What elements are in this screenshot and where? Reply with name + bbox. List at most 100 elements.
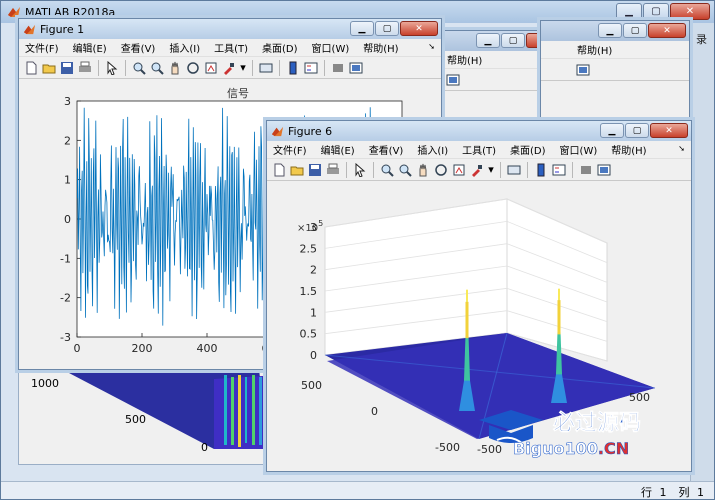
new-figure-icon[interactable] — [23, 60, 39, 76]
minimize-button[interactable]: ▁ — [476, 33, 500, 48]
z-tick-label: 1.5 — [300, 285, 318, 298]
y-tick-label: 500 — [301, 379, 322, 392]
cursor-icon[interactable] — [352, 162, 368, 178]
menu-help[interactable]: 帮助(H) — [363, 40, 398, 55]
link-plot-icon[interactable] — [258, 60, 274, 76]
menu-window[interactable]: 窗口(W) — [560, 142, 598, 157]
menu-insert[interactable]: 插入(I) — [169, 40, 200, 55]
row-value: 1 — [659, 486, 667, 499]
zoom-out-icon[interactable] — [397, 162, 413, 178]
figure6-menubar: 文件(F) 编辑(E) 查看(V) 插入(I) 工具(T) 桌面(D) 窗口(W… — [267, 141, 691, 159]
y-tick-label: 500 — [125, 413, 146, 426]
zoom-out-icon[interactable] — [149, 60, 165, 76]
menu-tools[interactable]: 工具(T) — [462, 142, 496, 157]
pan-icon[interactable] — [167, 60, 183, 76]
figure6-window-controls: ▁ ▢ ✕ — [600, 123, 688, 138]
x-tick-label: 0 — [74, 342, 81, 355]
y-tick-label: 0 — [371, 405, 378, 418]
zoom-in-icon[interactable] — [379, 162, 395, 178]
dock-icon[interactable] — [575, 62, 591, 78]
menu-insert[interactable]: 插入(I) — [417, 142, 448, 157]
brush-icon[interactable] — [221, 60, 237, 76]
minimize-button[interactable]: ▁ — [616, 3, 642, 20]
menu-help[interactable]: 帮助(H) — [447, 52, 482, 67]
new-figure-icon[interactable] — [271, 162, 287, 178]
menu-view[interactable]: 查看(V) — [369, 142, 404, 157]
dock-figure-icon[interactable] — [596, 162, 612, 178]
chart-title: 信号 — [227, 87, 249, 100]
main-window-controls: ▁ ▢ ✕ — [616, 3, 710, 20]
open-file-icon[interactable] — [41, 60, 57, 76]
menu-desktop[interactable]: 桌面(D) — [510, 142, 546, 157]
save-icon[interactable] — [59, 60, 75, 76]
x-tick-label: 200 — [132, 342, 153, 355]
hide-tools-icon[interactable] — [330, 60, 346, 76]
close-button[interactable]: ✕ — [648, 23, 686, 38]
menu-edit[interactable]: 编辑(E) — [321, 142, 355, 157]
rotate-3d-icon[interactable] — [433, 162, 449, 178]
figure6-title: Figure 6 — [288, 124, 333, 138]
maximize-button[interactable]: ▢ — [375, 21, 399, 36]
dropdown-arrow-icon[interactable]: ▾ — [239, 60, 247, 76]
open-file-icon[interactable] — [289, 162, 305, 178]
figure-toolbar — [541, 59, 689, 81]
menu-view[interactable]: 查看(V) — [121, 40, 156, 55]
z-tick-label: 0 — [310, 349, 317, 362]
maximize-button[interactable]: ▢ — [625, 123, 649, 138]
x-tick-label: 500 — [629, 391, 650, 404]
print-icon[interactable] — [325, 162, 341, 178]
colorbar-icon[interactable] — [285, 60, 301, 76]
cursor-icon[interactable] — [104, 60, 120, 76]
zoom-in-icon[interactable] — [131, 60, 147, 76]
maximize-button[interactable]: ▢ — [623, 23, 647, 38]
minimize-button[interactable]: ▁ — [350, 21, 374, 36]
row-label: 行 — [641, 486, 652, 499]
maximize-button[interactable]: ▢ — [643, 3, 669, 20]
link-plot-icon[interactable] — [506, 162, 522, 178]
dock-icon[interactable] — [445, 72, 461, 88]
y-tick-label: -1 — [60, 252, 71, 265]
maximize-button[interactable]: ▢ — [501, 33, 525, 48]
close-button[interactable]: ✕ — [400, 21, 438, 36]
dropdown-arrow-icon[interactable]: ▾ — [487, 162, 495, 178]
dock-arrow-icon[interactable]: ➘ — [428, 42, 435, 51]
y-tick-label: -3 — [60, 331, 71, 344]
menu-file[interactable]: 文件(F) — [273, 142, 307, 157]
minimize-button[interactable]: ▁ — [598, 23, 622, 38]
dock-arrow-icon[interactable]: ➘ — [678, 144, 685, 153]
legend-icon[interactable] — [303, 60, 319, 76]
close-button[interactable]: ✕ — [670, 3, 710, 20]
save-icon[interactable] — [307, 162, 323, 178]
data-cursor-icon[interactable] — [451, 162, 467, 178]
y-tick-label: 1 — [64, 174, 71, 187]
print-icon[interactable] — [77, 60, 93, 76]
status-bar: 行 1 列 1 — [1, 481, 714, 499]
cursor-position: 行 1 列 1 — [637, 484, 704, 500]
menu-desktop[interactable]: 桌面(D) — [262, 40, 298, 55]
z-tick-label: 0.5 — [300, 328, 318, 341]
menu-help[interactable]: 帮助(H) — [577, 42, 612, 57]
menu-window[interactable]: 窗口(W) — [312, 40, 350, 55]
y-tick-label: 1000 — [31, 377, 59, 390]
close-button[interactable]: ✕ — [650, 123, 688, 138]
side-label: 录 — [696, 33, 707, 46]
brush-icon[interactable] — [469, 162, 485, 178]
figure1-window-controls: ▁ ▢ ✕ — [350, 21, 438, 36]
minimize-button[interactable]: ▁ — [600, 123, 624, 138]
z-tick-label: 1 — [310, 306, 317, 319]
data-cursor-icon[interactable] — [203, 60, 219, 76]
menu-file[interactable]: 文件(F) — [25, 40, 59, 55]
menu-tools[interactable]: 工具(T) — [214, 40, 248, 55]
legend-icon[interactable] — [551, 162, 567, 178]
colorbar-icon[interactable] — [533, 162, 549, 178]
z-tick-label: 2.5 — [300, 242, 318, 255]
matlab-logo-icon — [23, 24, 36, 34]
menu-edit[interactable]: 编辑(E) — [73, 40, 107, 55]
rotate-3d-icon[interactable] — [185, 60, 201, 76]
pan-icon[interactable] — [415, 162, 431, 178]
menu-help[interactable]: 帮助(H) — [611, 142, 646, 157]
figure-menubar: 帮助(H) — [541, 41, 689, 59]
dock-figure-icon[interactable] — [348, 60, 364, 76]
watermark-cn-text: 必过源码 — [553, 410, 641, 436]
hide-tools-icon[interactable] — [578, 162, 594, 178]
